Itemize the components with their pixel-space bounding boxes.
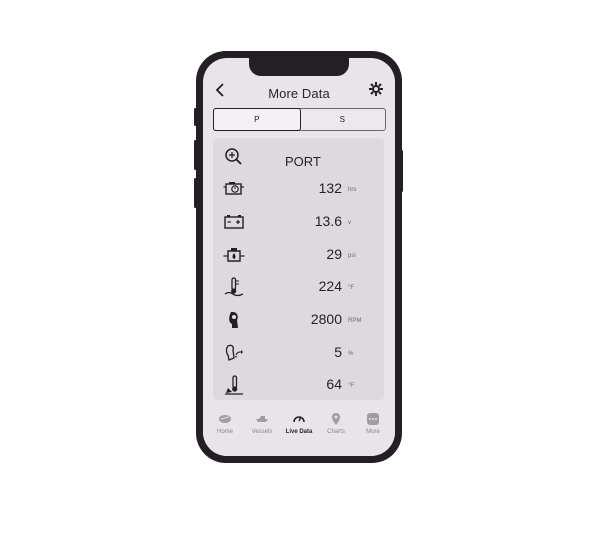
- more-icon: [367, 413, 379, 425]
- phone-notch: [249, 58, 349, 76]
- tab-charts[interactable]: Charts: [317, 412, 355, 435]
- battery-icon: [224, 215, 244, 229]
- row-unit: %: [348, 351, 354, 357]
- row-unit: hrs: [348, 187, 357, 193]
- panel-header: PORT: [213, 142, 384, 172]
- gauge-icon: [293, 416, 305, 423]
- page-title: More Data: [268, 86, 330, 101]
- engine-data-panel: PORT 132 hrs 13.6 v 29 psi 224 °F 2800 R…: [213, 138, 384, 400]
- tab-label: Charts: [327, 429, 345, 435]
- data-row-oil-pressure: 29 psi: [213, 240, 384, 270]
- tab-label: More: [366, 429, 380, 435]
- location-pin-icon: [332, 413, 340, 425]
- side-button-left-2: [194, 140, 197, 170]
- panel-title: PORT: [285, 154, 321, 169]
- row-value: 132: [318, 180, 342, 196]
- engine-rpm-icon: [229, 311, 238, 328]
- tab-label: Live Data: [285, 429, 313, 435]
- phone-screen: More Data P S PORT 132 hrs 13.6 v 29 psi: [203, 58, 395, 456]
- row-value: 2800: [310, 311, 342, 327]
- zoom-in-icon[interactable]: [223, 147, 245, 167]
- row-unit: psi: [348, 253, 356, 259]
- oil-pressure-icon: [223, 248, 245, 262]
- data-row-rpm: 2800 RPM: [213, 305, 384, 335]
- engine-side-selector: P S: [213, 108, 386, 131]
- row-value: 29: [326, 246, 342, 262]
- tab-label: Home: [216, 429, 233, 435]
- row-value: 64: [326, 376, 342, 392]
- oil-temperature-icon: [224, 277, 244, 297]
- coolant-temperature-icon: [225, 375, 243, 395]
- row-value: 5: [334, 344, 342, 360]
- home-icon: [219, 415, 231, 423]
- side-button-right: [400, 150, 403, 192]
- trim-icon: [225, 344, 243, 361]
- data-row-engine-hours: 132 hrs: [213, 174, 384, 204]
- data-row-oil-temperature: 224 °F: [213, 272, 384, 302]
- row-unit: v: [348, 220, 351, 226]
- side-button-left-3: [194, 178, 197, 208]
- data-row-coolant-temperature: 64 °F: [213, 370, 384, 400]
- gear-icon[interactable]: [369, 82, 383, 101]
- row-value: 13.6: [314, 213, 342, 229]
- tab-home[interactable]: Home: [206, 412, 244, 435]
- row-unit: RPM: [348, 318, 362, 324]
- data-row-battery: 13.6 v: [213, 207, 384, 237]
- bottom-tab-bar: Home Vessels Live Data Charts More: [203, 406, 395, 456]
- engine-hours-icon: [223, 182, 244, 195]
- tab-more[interactable]: More: [354, 412, 392, 435]
- row-value: 224: [318, 278, 342, 294]
- segment-port[interactable]: P: [213, 108, 301, 131]
- side-button-left-1: [194, 108, 197, 126]
- segment-starboard[interactable]: S: [300, 109, 386, 130]
- tab-vessels[interactable]: Vessels: [243, 412, 281, 435]
- tab-label: Vessels: [251, 429, 273, 435]
- data-row-trim: 5 %: [213, 338, 384, 368]
- tab-live-data[interactable]: Live Data: [280, 412, 318, 435]
- row-unit: °F: [348, 383, 355, 389]
- row-unit: °F: [348, 285, 355, 291]
- vessels-icon: [256, 416, 268, 422]
